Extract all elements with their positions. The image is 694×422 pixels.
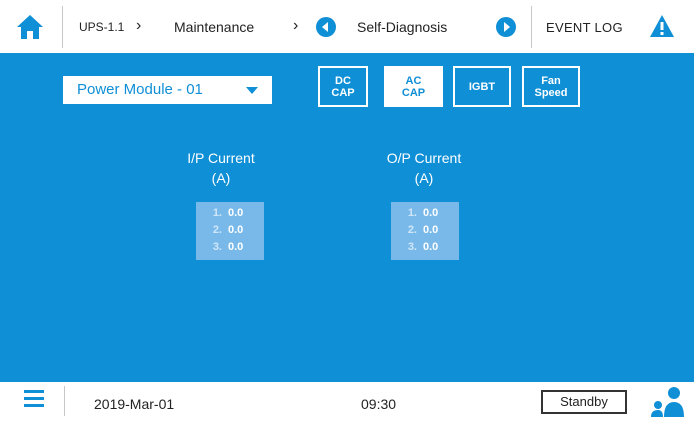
tab-dc-cap[interactable]: DC CAP bbox=[318, 66, 368, 107]
module-select-value: Power Module - 01 bbox=[77, 81, 203, 98]
time-display: 09:30 bbox=[361, 396, 397, 412]
next-page-icon[interactable] bbox=[496, 17, 516, 37]
row-index: 1. bbox=[407, 207, 417, 219]
home-icon[interactable] bbox=[16, 14, 44, 40]
row-value: 0.0 bbox=[228, 224, 244, 236]
output-current-values: 1. 0.0 2. 0.0 3. 0.0 bbox=[391, 202, 459, 260]
event-log-button[interactable]: EVENT LOG bbox=[546, 20, 623, 35]
bottom-bar: 2019-Mar-01 09:30 Standby bbox=[0, 382, 694, 418]
hamburger-menu-icon[interactable] bbox=[24, 390, 44, 408]
tab-label: Speed bbox=[534, 86, 568, 99]
warning-icon[interactable] bbox=[649, 14, 675, 43]
dropdown-arrow-icon bbox=[246, 87, 258, 94]
row-index: 3. bbox=[407, 241, 417, 253]
tab-label: CAP bbox=[401, 86, 426, 99]
list-item: 1. 0.0 bbox=[391, 205, 459, 222]
row-index: 3. bbox=[212, 241, 222, 253]
user-icon[interactable] bbox=[650, 385, 686, 422]
row-index: 1. bbox=[212, 207, 222, 219]
tab-label: AC bbox=[405, 74, 422, 87]
tab-label: DC bbox=[335, 74, 351, 87]
breadcrumb-chevron-icon: › bbox=[293, 17, 299, 34]
list-item: 2. 0.0 bbox=[196, 222, 264, 239]
output-current-heading: O/P Current (A) bbox=[369, 148, 479, 188]
divider bbox=[62, 6, 63, 48]
row-value: 0.0 bbox=[423, 224, 439, 236]
list-item: 3. 0.0 bbox=[391, 239, 459, 256]
main-panel: Power Module - 01 DC CAP AC CAP IGBT Fan Sp… bbox=[0, 55, 694, 382]
row-value: 0.0 bbox=[228, 241, 244, 253]
row-index: 2. bbox=[212, 224, 222, 236]
list-item: 2. 0.0 bbox=[391, 222, 459, 239]
row-value: 0.0 bbox=[423, 207, 439, 219]
date-display: 2019-Mar-01 bbox=[94, 396, 175, 412]
row-index: 2. bbox=[407, 224, 417, 236]
previous-page-icon[interactable] bbox=[316, 17, 336, 37]
row-value: 0.0 bbox=[228, 207, 244, 219]
divider bbox=[64, 386, 65, 416]
input-current-values: 1. 0.0 2. 0.0 3. 0.0 bbox=[196, 202, 264, 260]
status-badge: Standby bbox=[541, 390, 627, 414]
breadcrumb-chevron-icon: › bbox=[136, 17, 142, 34]
list-item: 3. 0.0 bbox=[196, 239, 264, 256]
breadcrumb-section[interactable]: Maintenance bbox=[174, 19, 254, 35]
breadcrumb-page: Self-Diagnosis bbox=[357, 19, 448, 35]
input-current-heading: I/P Current (A) bbox=[166, 148, 276, 188]
tab-label: CAP bbox=[331, 86, 355, 99]
tab-label: Fan bbox=[541, 74, 561, 87]
top-bar: UPS-1.1 › Maintenance › Self-Diagnosis E… bbox=[0, 0, 694, 55]
tab-label: IGBT bbox=[468, 80, 496, 93]
output-current-unit: (A) bbox=[414, 170, 434, 186]
input-current-title: I/P Current bbox=[187, 150, 255, 166]
row-value: 0.0 bbox=[423, 241, 439, 253]
tab-igbt[interactable]: IGBT bbox=[453, 66, 511, 107]
tab-fan-speed[interactable]: Fan Speed bbox=[522, 66, 580, 107]
input-current-unit: (A) bbox=[211, 170, 231, 186]
module-select[interactable]: Power Module - 01 bbox=[63, 76, 272, 104]
divider bbox=[531, 6, 532, 48]
tab-ac-cap[interactable]: AC CAP bbox=[384, 66, 443, 107]
output-current-title: O/P Current bbox=[386, 150, 462, 166]
list-item: 1. 0.0 bbox=[196, 205, 264, 222]
breadcrumb-device[interactable]: UPS-1.1 bbox=[79, 20, 124, 34]
